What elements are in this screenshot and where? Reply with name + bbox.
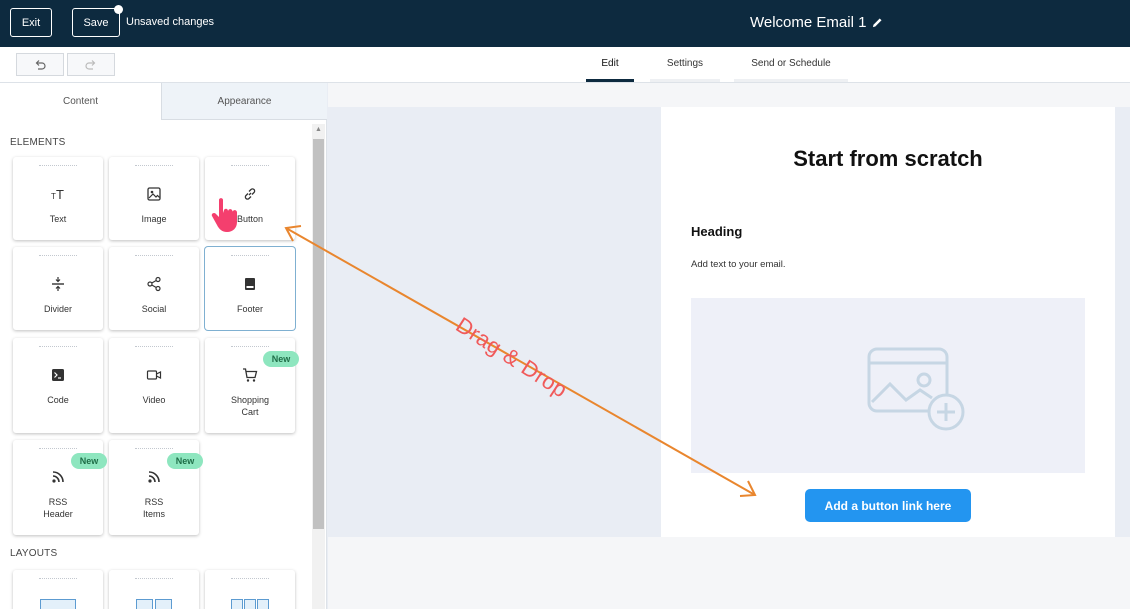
rss-icon bbox=[148, 471, 160, 483]
element-label: RSS bbox=[144, 497, 164, 507]
drag-handle bbox=[231, 255, 269, 256]
three-column-layout-icon bbox=[231, 599, 269, 609]
editor-toolbar: Edit Settings Send or Schedule bbox=[0, 47, 1130, 83]
drag-handle bbox=[231, 578, 269, 579]
svg-text:T: T bbox=[56, 187, 64, 202]
image-icon bbox=[147, 187, 161, 201]
hand-cursor-icon bbox=[211, 198, 237, 232]
tab-appearance[interactable]: Appearance bbox=[162, 83, 327, 120]
element-label: Code bbox=[47, 395, 69, 405]
redo-button[interactable] bbox=[67, 53, 115, 76]
element-label: RSS bbox=[48, 497, 68, 507]
element-tile-footer[interactable]: Footer bbox=[205, 247, 295, 330]
save-label: Save bbox=[83, 16, 109, 29]
drag-handle bbox=[231, 165, 269, 166]
drag-handle bbox=[135, 346, 173, 347]
undo-icon bbox=[35, 59, 46, 70]
drag-handle bbox=[231, 346, 269, 347]
share-icon bbox=[147, 276, 161, 292]
drag-handle bbox=[135, 165, 173, 166]
layout-tile-three-columns[interactable] bbox=[205, 570, 295, 609]
drag-handle bbox=[39, 165, 77, 166]
email-title-block[interactable]: Start from scratch bbox=[661, 146, 1115, 172]
element-tile-divider[interactable]: Divider bbox=[13, 247, 103, 330]
rss-icon bbox=[52, 471, 64, 483]
element-tile-text[interactable]: TT Text bbox=[13, 157, 103, 240]
top-bar: Exit Save Unsaved changes Welcome Email … bbox=[0, 0, 1130, 47]
element-label-line-2: Header bbox=[43, 509, 73, 519]
one-column-layout-icon bbox=[40, 599, 76, 609]
element-tile-image[interactable]: Image bbox=[109, 157, 199, 240]
drag-handle bbox=[135, 578, 173, 579]
tab-edit[interactable]: Edit bbox=[586, 47, 634, 82]
save-button[interactable]: Save bbox=[72, 5, 123, 37]
element-label: Shopping bbox=[230, 395, 270, 405]
element-label: Footer bbox=[236, 304, 263, 314]
element-label: Social bbox=[141, 304, 167, 314]
redo-icon bbox=[85, 59, 96, 70]
element-label-line-2: Items bbox=[142, 509, 165, 519]
drag-handle bbox=[39, 346, 77, 347]
scroll-up-arrow-icon[interactable]: ▲ bbox=[313, 126, 324, 136]
unsaved-indicator-dot bbox=[114, 5, 123, 14]
drag-handle bbox=[135, 255, 173, 256]
element-label: Divider bbox=[43, 304, 72, 314]
new-badge: New bbox=[263, 351, 299, 367]
new-badge: New bbox=[71, 453, 107, 469]
undo-button[interactable] bbox=[16, 53, 64, 76]
canvas-lower-area bbox=[328, 537, 1130, 609]
text-size-icon: TT bbox=[51, 187, 64, 202]
divider-icon bbox=[52, 277, 64, 291]
elements-section-label: ELEMENTS bbox=[10, 137, 66, 148]
email-button-block[interactable]: Add a button link here bbox=[805, 489, 971, 522]
pencil-icon[interactable] bbox=[872, 17, 883, 28]
drag-handle bbox=[39, 448, 77, 449]
email-name: Welcome Email 1 bbox=[750, 14, 867, 31]
unsaved-changes-label: Unsaved changes bbox=[126, 16, 215, 28]
email-preview: Start from scratch Heading Add text to y… bbox=[661, 107, 1115, 537]
new-badge: New bbox=[167, 453, 203, 469]
drag-handle bbox=[135, 448, 173, 449]
drag-handle bbox=[39, 255, 77, 256]
element-label: Video bbox=[142, 395, 166, 405]
code-icon bbox=[52, 369, 64, 381]
email-image-placeholder[interactable] bbox=[691, 298, 1085, 473]
footer-icon bbox=[245, 278, 255, 290]
layouts-section-label: LAYOUTS bbox=[10, 548, 58, 559]
element-label: Text bbox=[49, 214, 67, 224]
canvas-top-strip bbox=[328, 83, 1130, 107]
add-image-icon bbox=[867, 347, 965, 431]
tab-send-or-schedule[interactable]: Send or Schedule bbox=[734, 47, 848, 82]
element-tile-social[interactable]: Social bbox=[109, 247, 199, 330]
video-icon bbox=[146, 370, 162, 380]
two-column-layout-icon bbox=[136, 599, 172, 609]
cart-icon bbox=[243, 368, 258, 382]
exit-button[interactable]: Exit bbox=[10, 8, 52, 37]
link-icon bbox=[244, 188, 256, 200]
email-text-block[interactable]: Add text to your email. bbox=[691, 259, 786, 270]
element-label: Image bbox=[141, 214, 167, 224]
drag-handle bbox=[39, 578, 77, 579]
layout-tile-one-column[interactable] bbox=[13, 570, 103, 609]
panel-scrollbar-thumb[interactable] bbox=[313, 139, 324, 529]
element-tile-video[interactable]: Video bbox=[109, 338, 199, 433]
tab-settings[interactable]: Settings bbox=[650, 47, 720, 82]
layout-tile-two-columns[interactable] bbox=[109, 570, 199, 609]
tab-content[interactable]: Content bbox=[0, 83, 162, 120]
email-heading-block[interactable]: Heading bbox=[691, 224, 742, 239]
element-label-line-2: Cart bbox=[241, 407, 259, 417]
email-title-heading[interactable]: Welcome Email 1 bbox=[750, 14, 883, 31]
element-tile-code[interactable]: Code bbox=[13, 338, 103, 433]
